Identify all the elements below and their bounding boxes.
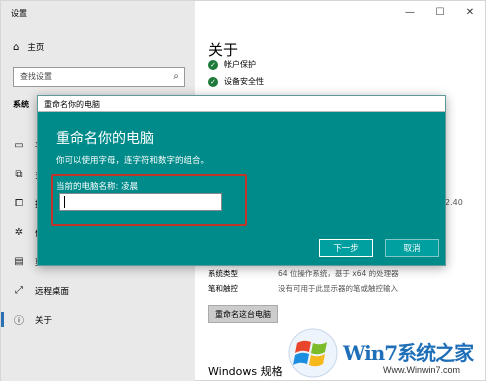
home-icon: ⌂ bbox=[13, 41, 20, 53]
nav-home[interactable]: ⌂ 主页 bbox=[13, 41, 45, 54]
status-account-protection: ✓ 帐户保护 bbox=[208, 59, 256, 70]
spec-value: 64 位操作系统，基于 x64 的处理器 bbox=[278, 269, 399, 278]
display-icon: ▭ bbox=[14, 140, 24, 151]
windows-logo-icon bbox=[288, 328, 338, 378]
dialog-titlebar: 重命名你的电脑 bbox=[38, 96, 445, 112]
remote-desktop-icon: ⤢ bbox=[15, 285, 23, 296]
next-button[interactable]: 下一步 bbox=[319, 239, 373, 257]
search-input[interactable]: 查找设置 ⌕ bbox=[13, 67, 185, 87]
clipboard-icon: ▤ bbox=[14, 256, 24, 267]
dialog-heading: 重命名你的电脑 bbox=[56, 131, 154, 147]
watermark-text: Win7系统之家 bbox=[343, 341, 474, 365]
home-label: 主页 bbox=[27, 43, 45, 53]
dialog-description: 你可以使用字母，连字符和数字的组合。 bbox=[56, 156, 210, 166]
sidebar-item-label: 关于 bbox=[35, 315, 53, 326]
cancel-button[interactable]: 取消 bbox=[385, 239, 439, 257]
partial-spec-value: 2.40 bbox=[445, 198, 463, 207]
projecting-icon: ⧠ bbox=[15, 198, 23, 209]
watermark-url: Www.Winwin7.com bbox=[383, 365, 461, 375]
check-icon: ✓ bbox=[208, 59, 218, 70]
spec-pen-touch: 笔和触控 没有可用于此显示器的笔或触控输入 bbox=[208, 283, 484, 294]
status-device-security: ✓ 设备安全性 bbox=[208, 76, 264, 87]
new-name-input[interactable] bbox=[59, 193, 222, 211]
search-icon: ⌕ bbox=[173, 71, 179, 82]
status-label: 帐户保护 bbox=[224, 60, 256, 69]
spec-key: 系统类型 bbox=[208, 269, 238, 278]
spec-system-type: 系统类型 64 位操作系统，基于 x64 的处理器 bbox=[208, 268, 484, 279]
spec-value: 没有可用于此显示器的笔或触控输入 bbox=[278, 284, 398, 293]
status-label: 设备安全性 bbox=[224, 77, 264, 86]
sidebar-item-remote-desktop[interactable]: ⤢ 远程桌面 bbox=[1, 276, 195, 305]
windows-spec-heading: Windows 规格 bbox=[208, 365, 283, 378]
window-title: 设置 bbox=[11, 9, 27, 18]
section-label: 系统 bbox=[13, 100, 29, 109]
settings-window: 设置 ⌂ 主页 查找设置 ⌕ 系统 ▭ 平 ⧉ 多 ⧠ 投 ✲ bbox=[0, 0, 486, 381]
sidebar-item-about[interactable]: ⓘ 关于 bbox=[1, 305, 195, 334]
page-title: 关于 bbox=[208, 41, 239, 59]
search-placeholder: 查找设置 bbox=[20, 72, 52, 81]
multitasking-icon: ⧉ bbox=[15, 169, 23, 180]
current-name-label: 当前的电脑名称: 凌晨 bbox=[56, 182, 139, 192]
rename-pc-button[interactable]: 重命名这台电脑 bbox=[208, 305, 278, 323]
check-icon: ✓ bbox=[208, 76, 218, 87]
sidebar-item-label: 远程桌面 bbox=[35, 286, 70, 297]
shared-experiences-icon: ✲ bbox=[14, 227, 24, 238]
spec-key: 笔和触控 bbox=[208, 284, 238, 293]
text-caret bbox=[64, 196, 65, 208]
info-icon: ⓘ bbox=[14, 316, 24, 327]
rename-dialog: 重命名你的电脑 重命名你的电脑 你可以使用字母，连字符和数字的组合。 当前的电脑… bbox=[37, 95, 446, 266]
